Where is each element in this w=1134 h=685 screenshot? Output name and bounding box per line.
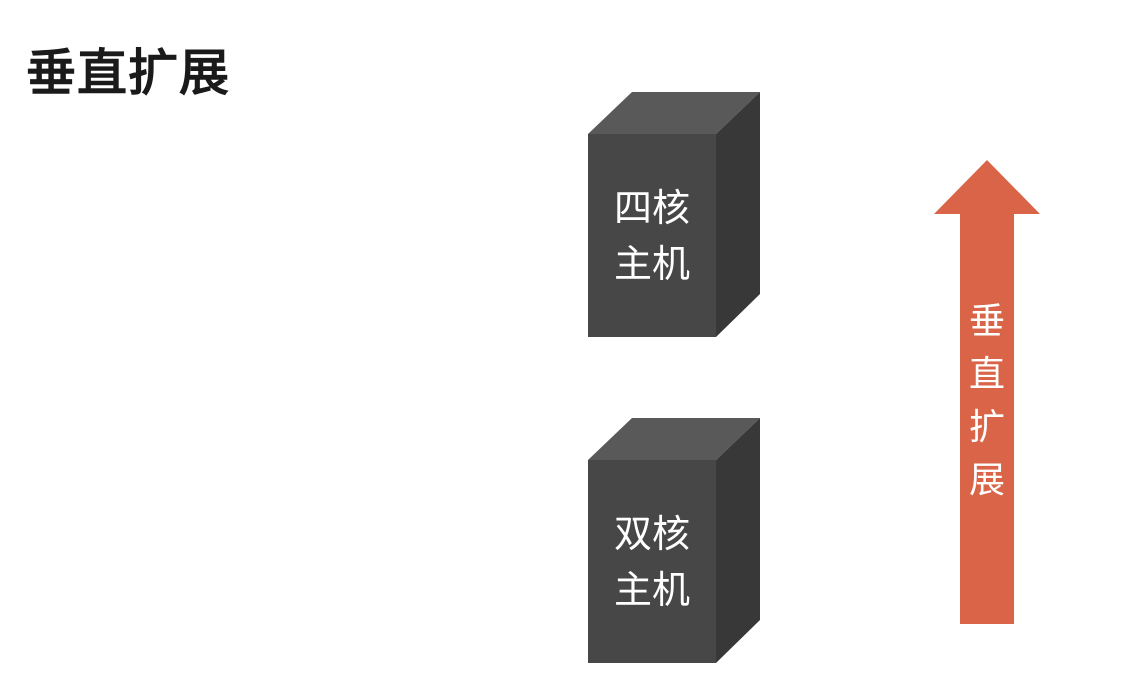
quad-core-host-label-line2: 主机: [613, 242, 690, 286]
arrow-label-char: 展: [968, 460, 1005, 501]
arrow-label: 垂 直 扩 展: [960, 295, 1014, 507]
quad-core-host-label-line1: 四核: [613, 186, 690, 230]
arrow-label-char: 垂: [968, 301, 1005, 342]
dual-core-host-label: 双核 主机: [588, 506, 716, 618]
arrow-label-char: 直: [968, 354, 1005, 395]
arrow-label-char: 扩: [968, 407, 1005, 448]
dual-core-host-side-face: [716, 418, 760, 663]
quad-core-host-side-face: [716, 92, 760, 337]
dual-core-host-label-line2: 主机: [613, 568, 690, 612]
quad-core-host-label: 四核 主机: [588, 180, 716, 292]
dual-core-host-label-line1: 双核: [613, 512, 690, 556]
